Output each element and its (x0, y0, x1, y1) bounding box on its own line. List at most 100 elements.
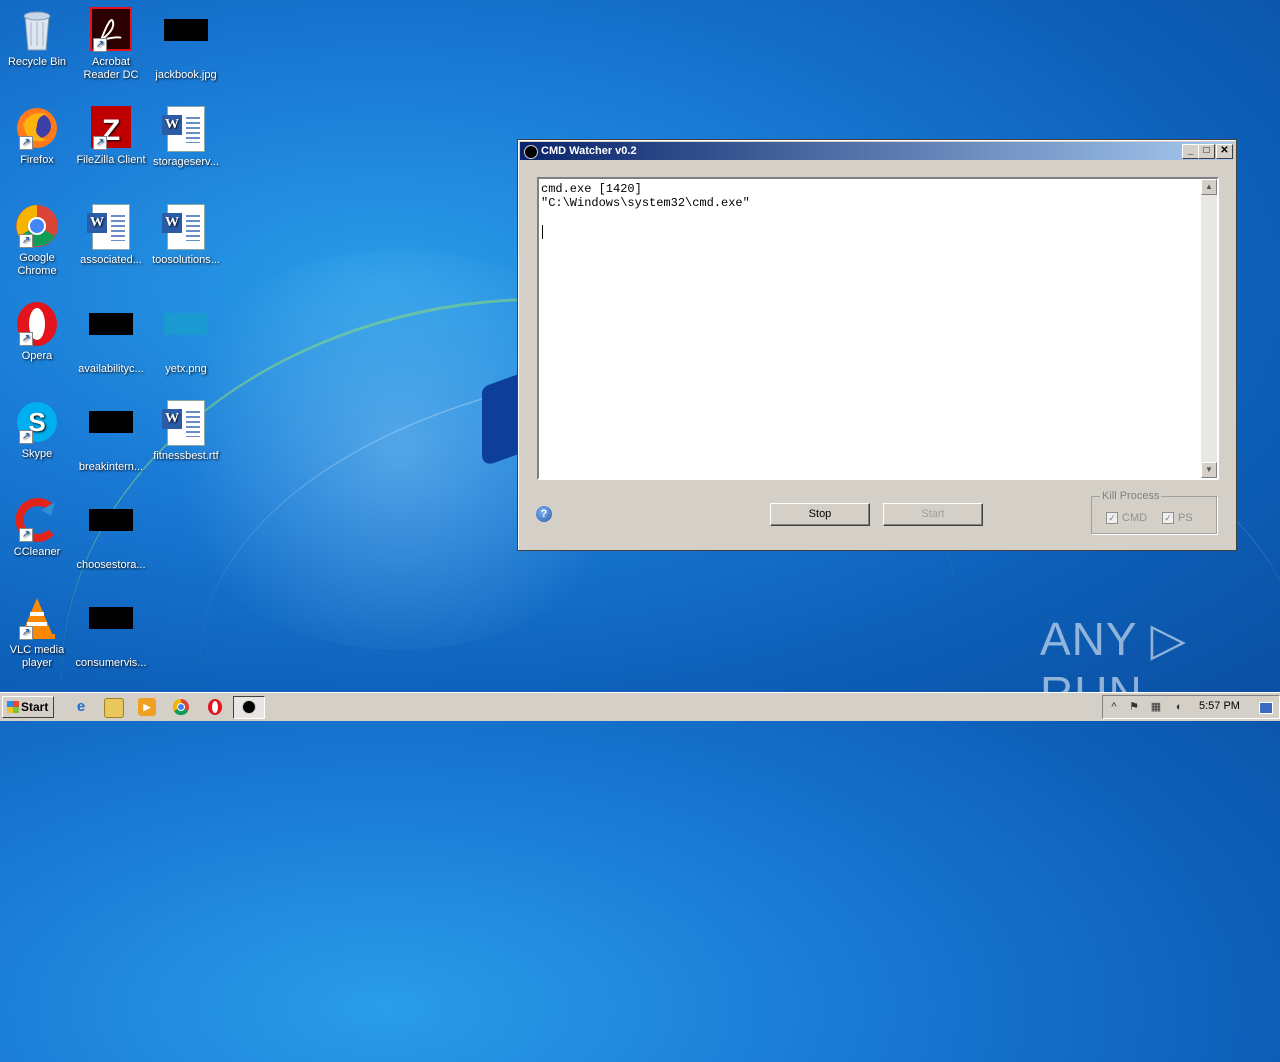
shortcut-arrow-icon: ↗ (19, 430, 33, 444)
ccleaner-icon: ↗ (13, 496, 61, 544)
ps-checkbox-label: PS (1178, 512, 1193, 524)
desktop-icon-availability[interactable]: availabilityc... (74, 300, 148, 376)
desktop-icon-fitnessbest[interactable]: W fitnessbest.rtf (149, 398, 223, 463)
desktop-icon-label: CCleaner (13, 546, 61, 558)
desktop-icon-label: storageserv... (153, 156, 219, 168)
shortcut-arrow-icon: ↗ (93, 136, 107, 150)
kill-process-legend: Kill Process (1100, 490, 1162, 502)
word-document-icon: W (162, 400, 210, 448)
desktop-icon-choosestora[interactable]: choosestora... (74, 496, 148, 572)
desktop-icon-jackbook[interactable]: jackbook.jpg (149, 6, 223, 82)
desktop-icon-label: FileZilla Client (76, 154, 146, 166)
start-button[interactable]: Start (883, 503, 983, 526)
start-label: Start (21, 700, 49, 714)
network-icon[interactable]: ▦ (1149, 700, 1163, 714)
windows-logo-icon (7, 701, 19, 713)
desktop-icon-label: yetx.png (165, 363, 207, 375)
desktop-icon-skype[interactable]: S ↗ Skype (0, 398, 74, 461)
desktop-icon-associated[interactable]: W associated... (74, 202, 148, 267)
shortcut-arrow-icon: ↗ (93, 38, 107, 52)
log-text: cmd.exe [1420] "C:\Windows\system32\cmd.… (541, 182, 750, 210)
vertical-scrollbar[interactable]: ▲ ▼ (1201, 179, 1217, 478)
desktop-icon-label: Firefox (20, 154, 54, 166)
desktop-icon-label: breakintern... (78, 461, 144, 473)
help-icon[interactable]: ? (536, 506, 552, 522)
show-desktop-icon[interactable] (1259, 702, 1273, 714)
shortcut-arrow-icon: ↗ (19, 528, 33, 542)
desktop-icon-label: consumervis... (75, 657, 147, 669)
word-document-icon: W (162, 106, 210, 154)
chrome-icon: ↗ (13, 202, 61, 250)
clock[interactable]: 5:57 PM (1199, 700, 1240, 712)
desktop-icon-storageserv[interactable]: W storageserv... (149, 104, 223, 169)
desktop-icon-yetx[interactable]: yetx.png (149, 300, 223, 376)
desktop-icon-acrobat-reader[interactable]: ↗ Acrobat Reader DC (74, 6, 148, 82)
kill-process-group: Kill Process ✓ CMD ✓ PS (1091, 490, 1217, 534)
shortcut-arrow-icon: ↗ (19, 626, 33, 640)
file-explorer-icon[interactable] (104, 698, 124, 718)
desktop-icon-google-chrome[interactable]: ↗ Google Chrome (0, 202, 74, 278)
shortcut-arrow-icon: ↗ (19, 234, 33, 248)
desktop-icon-opera[interactable]: ↗ Opera (0, 300, 74, 363)
desktop-icon-filezilla[interactable]: Z ↗ FileZilla Client (74, 104, 148, 167)
image-file-icon (87, 313, 135, 361)
desktop-icon-label: fitnessbest.rtf (153, 450, 219, 462)
firefox-icon: ↗ (13, 104, 61, 152)
vlc-icon: ↗ (13, 594, 61, 642)
start-button[interactable]: Start (2, 696, 54, 718)
image-file-icon (162, 313, 210, 361)
cmd-watcher-window: CMD Watcher v0.2 _ □ ✕ cmd.exe [1420] "C… (517, 139, 1237, 551)
title-bar[interactable]: CMD Watcher v0.2 _ □ ✕ (520, 142, 1234, 160)
image-file-icon (87, 411, 135, 459)
stop-button[interactable]: Stop (770, 503, 870, 526)
checkmark-icon: ✓ (1162, 512, 1174, 525)
image-file-icon (162, 19, 210, 67)
wallpaper-logo (482, 372, 522, 468)
ps-checkbox[interactable]: ✓ PS (1162, 512, 1193, 525)
desktop-icon-label: Recycle Bin (7, 56, 67, 68)
scroll-down-arrow-icon[interactable]: ▼ (1201, 462, 1217, 478)
image-file-icon (87, 509, 135, 557)
minimize-button[interactable]: _ (1182, 144, 1199, 159)
desktop-icon-label: Opera (21, 350, 53, 362)
desktop-icon-label: toosolutions... (152, 254, 220, 266)
desktop-icon-recycle-bin[interactable]: Recycle Bin (0, 6, 74, 69)
close-button[interactable]: ✕ (1216, 144, 1233, 159)
checkmark-icon: ✓ (1106, 512, 1118, 525)
cmd-checkbox[interactable]: ✓ CMD (1106, 512, 1148, 525)
desktop-icon-label: VLC media player (9, 644, 65, 669)
word-document-icon: W (162, 204, 210, 252)
desktop-icon-firefox[interactable]: ↗ Firefox (0, 104, 74, 167)
desktop-icon-label: availabilityc... (78, 363, 144, 375)
desktop-icon-toosolutions[interactable]: W toosolutions... (149, 202, 223, 267)
desktop-icon-label: Skype (21, 448, 53, 460)
media-player-icon[interactable]: ▶ (138, 698, 156, 716)
desktop-icon-label: jackbook.jpg (155, 69, 217, 81)
shortcut-arrow-icon: ↗ (19, 332, 33, 346)
desktop-icon-label: Acrobat Reader DC (83, 56, 139, 81)
scroll-up-arrow-icon[interactable]: ▲ (1201, 179, 1217, 195)
show-hidden-icons-icon[interactable]: ^ (1107, 700, 1121, 714)
cmd-watcher-app-icon (242, 700, 256, 714)
opera-taskbar-icon[interactable] (206, 698, 224, 716)
desktop-icon-label: Google Chrome (17, 252, 57, 277)
desktop-icon-breakintern[interactable]: breakintern... (74, 398, 148, 474)
desktop-icon-vlc[interactable]: ↗ VLC media player (0, 594, 74, 670)
window-title: CMD Watcher v0.2 (541, 145, 637, 157)
cmd-checkbox-label: CMD (1122, 512, 1148, 524)
internet-explorer-icon[interactable]: e (72, 698, 90, 716)
word-document-icon: W (87, 204, 135, 252)
desktop-icon-ccleaner[interactable]: ↗ CCleaner (0, 496, 74, 559)
recycle-bin-icon (13, 6, 61, 54)
action-center-flag-icon[interactable]: ⚑ (1127, 700, 1141, 714)
shortcut-arrow-icon: ↗ (19, 136, 33, 150)
desktop-icon-label: choosestora... (76, 559, 146, 571)
app-icon (524, 145, 538, 159)
maximize-button[interactable]: □ (1198, 144, 1215, 159)
chrome-taskbar-icon[interactable] (172, 698, 190, 716)
acrobat-icon: ↗ (87, 6, 135, 54)
log-textarea[interactable]: cmd.exe [1420] "C:\Windows\system32\cmd.… (537, 177, 1219, 480)
desktop-icon-consumervis[interactable]: consumervis... (74, 594, 148, 670)
volume-icon[interactable]: ◖ (1171, 700, 1185, 714)
cmd-watcher-taskbar-button[interactable] (233, 696, 265, 719)
